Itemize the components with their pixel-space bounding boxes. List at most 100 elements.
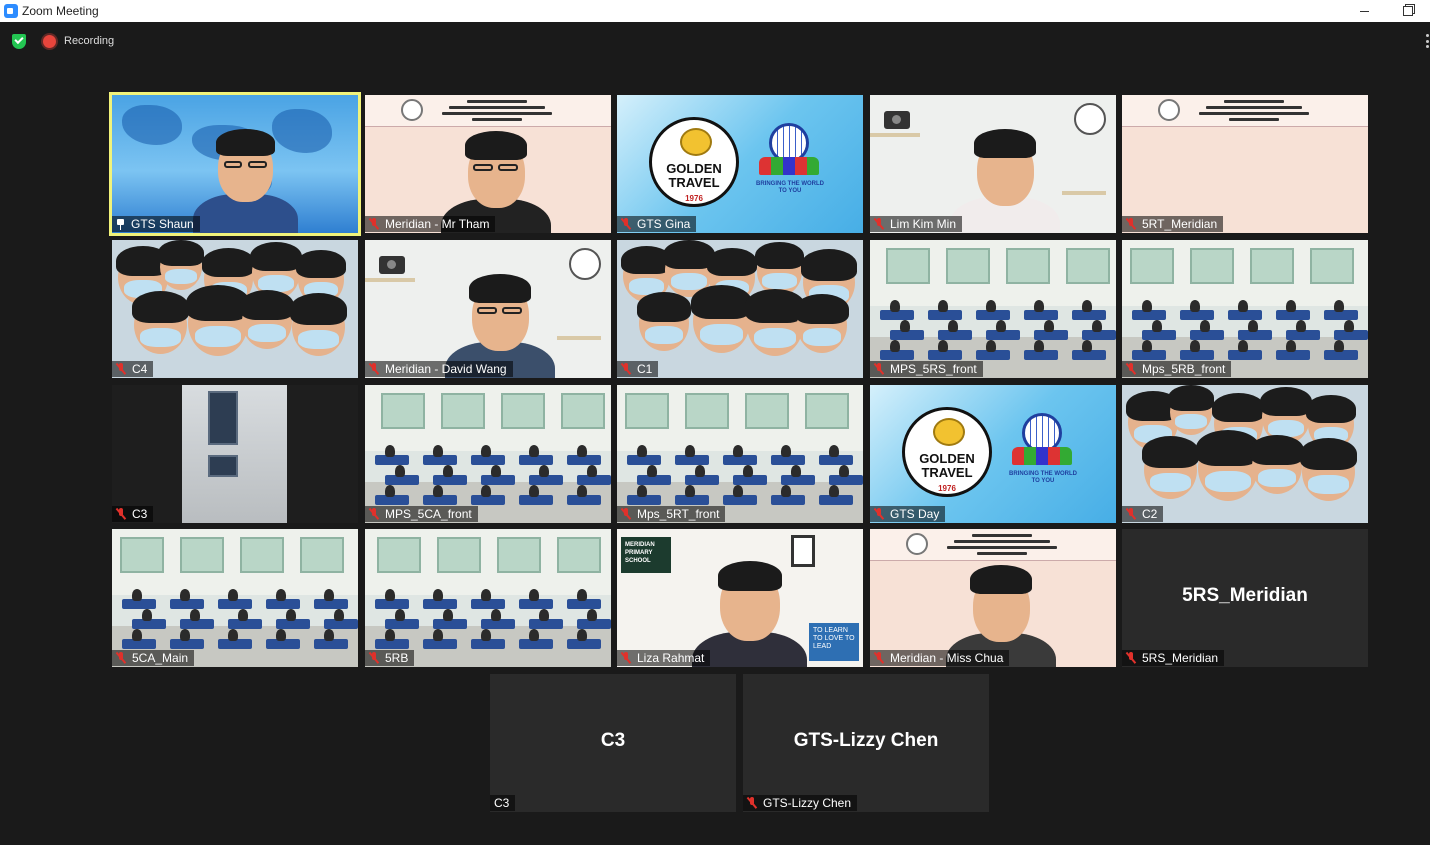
participant-name: C2 [1142,507,1158,521]
classroom-window [561,393,605,429]
student [1092,320,1102,332]
participant-display-name: C3 [600,729,626,751]
classroom-window [497,537,541,573]
student [1238,300,1248,312]
student [395,609,405,621]
participant-tile[interactable]: MPS_5RS_front [870,240,1116,378]
student [791,465,801,477]
student [539,609,549,621]
participant-tile[interactable]: 5RT_Meridian [1122,95,1368,233]
mic-muted-icon [621,363,631,375]
mic-muted-icon [1126,363,1136,375]
student [577,589,587,601]
participant-video [1122,240,1368,378]
participant-tile[interactable]: MPS_5CA_front [365,385,611,523]
participant-tile[interactable]: 5CA_Main [112,529,358,667]
participant-tile[interactable]: 5RS_Meridian 5RS_Meridian [1122,529,1368,667]
participant-name-tag: C3 [112,506,154,522]
student [685,485,695,497]
student [433,589,443,601]
participant-tile[interactable]: Meridian - Miss Chua [870,529,1116,667]
participant-tile[interactable]: GOLDEN TRAVEL 1976 BRINGING THE WORLD TO Y… [870,385,1116,523]
student [529,629,539,641]
more-options-icon[interactable] [1426,34,1430,48]
student [385,485,395,497]
student-face [158,240,204,291]
mic-muted-icon [116,652,126,664]
participant-tile[interactable]: C2 [1122,385,1368,523]
brand-year: 1976 [938,484,956,493]
participant-tile[interactable]: C4 [112,240,358,378]
student [1044,320,1054,332]
student [1142,340,1152,352]
student [433,445,443,457]
participant-tile[interactable]: Mps_5RB_front [1122,240,1368,378]
classroom-window [805,393,849,429]
participant-tile[interactable]: GTS Shaun [109,92,361,236]
participant-name-tag: C2 [1122,506,1164,522]
school-emblem [569,248,601,280]
window-controls [1342,0,1430,22]
participant-tile[interactable]: C1 [617,240,863,378]
student [132,629,142,641]
mic-muted-icon [621,508,631,520]
restore-button[interactable] [1386,0,1430,22]
classroom-window [886,248,930,284]
participant-tile[interactable]: C3 [112,385,358,523]
student [1082,340,1092,352]
student [334,609,344,621]
participant-tile[interactable]: C3 C3 [490,674,736,812]
mic-muted-icon [369,218,379,230]
student-face [1250,434,1304,494]
student [1334,340,1344,352]
student [685,445,695,457]
student [781,485,791,497]
participant-name: Lim Kim Min [890,217,957,231]
participant-name-tag: 5RT_Meridian [1122,216,1224,232]
mic-muted-icon [1126,652,1136,664]
student [180,629,190,641]
student [529,589,539,601]
student [996,320,1006,332]
participant-tile[interactable]: GOLDEN TRAVEL 1976 BRINGING THE WORLD TO Y… [617,95,863,233]
student [180,589,190,601]
student-face [795,293,849,353]
student [491,609,501,621]
student [481,629,491,641]
student-face [1299,438,1358,502]
participant-tile[interactable]: GTS-Lizzy Chen GTS-Lizzy Chen [743,674,989,812]
participant-name-tag: C3 [490,795,516,811]
participant-name: C1 [637,362,653,376]
student [228,589,238,601]
participant-tile[interactable]: Meridian - Mr Tham [365,95,611,233]
participant-video [1122,95,1368,233]
student [228,629,238,641]
participant-name: Meridian - David Wang [385,362,507,376]
participant-tile[interactable]: Meridian - David Wang [365,240,611,378]
classroom-window [685,393,729,429]
recording-label: Recording [64,35,115,47]
participant-tile[interactable]: MERIDIAN PRIMARY SCHOOL TO LEARN TO LOVE … [617,529,863,667]
student [132,589,142,601]
participant-tile[interactable]: Lim Kim Min [870,95,1116,233]
student [491,465,501,477]
student [276,589,286,601]
student [829,445,839,457]
encryption-shield-icon[interactable] [12,34,26,49]
classroom-window [300,537,344,573]
student [948,320,958,332]
participant-name: Mps_5RT_front [637,507,720,521]
classroom-window [120,537,164,573]
student-face [289,293,348,357]
wall-shelf [870,133,920,137]
participant-tile[interactable]: 5RB [365,529,611,667]
minimize-button[interactable] [1342,0,1386,22]
participant-name: 5RB [385,651,409,665]
slide-text-line [1224,100,1284,103]
classroom-window [1190,248,1234,284]
participant-video [112,95,358,233]
participant-tile[interactable]: Mps_5RT_front [617,385,863,523]
participant-display-name: GTS-Lizzy Chen [793,729,939,751]
participant-video [365,529,611,667]
student [481,445,491,457]
